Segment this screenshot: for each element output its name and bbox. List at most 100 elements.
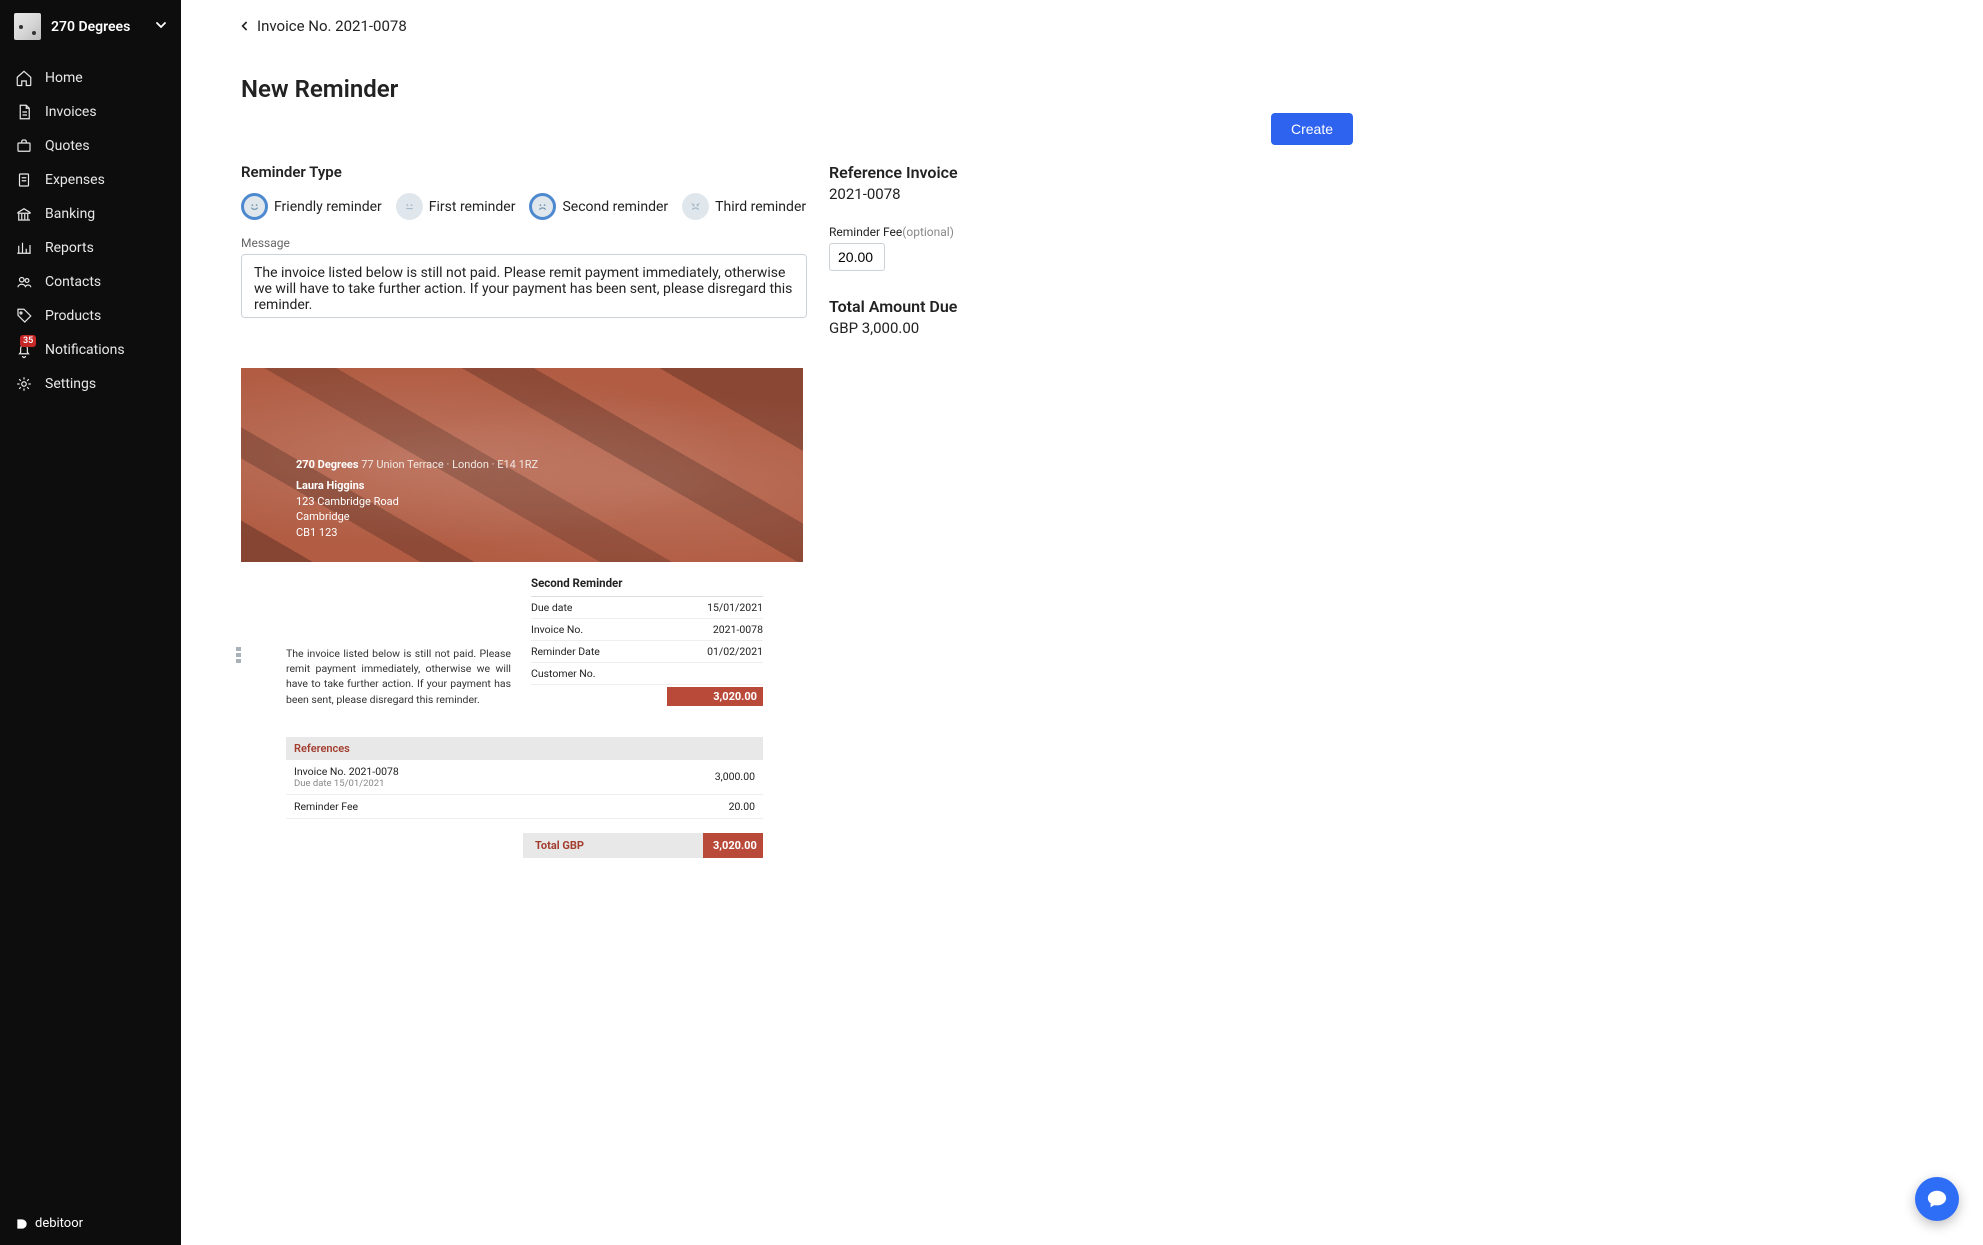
row-label: Reminder Date bbox=[531, 645, 600, 658]
row-value: 01/02/2021 bbox=[707, 645, 763, 658]
preview-reminder-amount: 3,020.00 bbox=[667, 687, 763, 706]
chevron-down-icon bbox=[155, 19, 167, 35]
sidebar-item-label: Invoices bbox=[45, 104, 97, 120]
sidebar-item-label: Products bbox=[45, 308, 101, 324]
preview-doc-title: Second Reminder bbox=[531, 576, 763, 597]
references-heading: References bbox=[286, 737, 763, 760]
sidebar-item-label: Settings bbox=[45, 376, 96, 392]
preview-recipient-name: Laura Higgins bbox=[296, 478, 538, 493]
ref-item-title: Invoice No. 2021-0078 bbox=[294, 765, 399, 778]
ref-item-title: Reminder Fee bbox=[294, 800, 358, 813]
home-icon bbox=[15, 69, 33, 87]
preview-company-addr: 77 Union Terrace · London · E14 1RZ bbox=[361, 458, 538, 471]
sidebar-item-label: Expenses bbox=[45, 172, 105, 188]
reference-invoice-value: 2021-0078 bbox=[829, 185, 1069, 203]
gear-icon bbox=[15, 375, 33, 393]
people-icon bbox=[15, 273, 33, 291]
reminder-option-friendly[interactable]: Friendly reminder bbox=[241, 193, 382, 220]
option-label: Second reminder bbox=[562, 199, 668, 215]
fee-label-text: Reminder Fee bbox=[829, 225, 902, 239]
briefcase-icon bbox=[15, 137, 33, 155]
bank-icon bbox=[15, 205, 33, 223]
preview-header-image: 270 Degrees 77 Union Terrace · London · … bbox=[241, 368, 803, 562]
total-due-value: GBP 3,000.00 bbox=[829, 319, 1069, 337]
preview-sender-address: 270 Degrees 77 Union Terrace · London · … bbox=[296, 457, 538, 540]
sidebar-item-label: Quotes bbox=[45, 138, 90, 154]
row-value: 2021-0078 bbox=[713, 623, 763, 636]
main-content: Invoice No. 2021-0078 New Reminder Creat… bbox=[181, 0, 1431, 1245]
preview-recipient-line3: CB1 123 bbox=[296, 525, 538, 540]
message-textarea[interactable] bbox=[241, 254, 807, 318]
sidebar-item-expenses[interactable]: Expenses bbox=[0, 163, 181, 197]
ref-item-amount: 20.00 bbox=[729, 800, 755, 813]
sidebar-item-quotes[interactable]: Quotes bbox=[0, 129, 181, 163]
chevron-left-icon bbox=[241, 20, 249, 32]
company-logo bbox=[14, 13, 41, 40]
company-switcher[interactable]: 270 Degrees bbox=[0, 0, 181, 53]
sidebar-item-invoices[interactable]: Invoices bbox=[0, 95, 181, 129]
invoice-preview: 270 Degrees 77 Union Terrace · London · … bbox=[241, 368, 803, 858]
option-label: First reminder bbox=[429, 199, 516, 215]
reminder-option-second[interactable]: Second reminder bbox=[529, 193, 668, 220]
grand-total-label: Total GBP bbox=[523, 833, 703, 858]
chart-icon bbox=[15, 239, 33, 257]
invoice-preview-wrapper: 270 Degrees 77 Union Terrace · London · … bbox=[241, 368, 803, 858]
sidebar-item-reports[interactable]: Reports bbox=[0, 231, 181, 265]
chat-icon bbox=[1926, 1188, 1948, 1210]
row-label: Invoice No. bbox=[531, 623, 583, 636]
sad-face-icon bbox=[529, 193, 556, 220]
breadcrumb-back[interactable]: Invoice No. 2021-0078 bbox=[241, 0, 1371, 35]
preview-grand-total: Total GBP 3,020.00 bbox=[241, 833, 763, 858]
sidebar-item-home[interactable]: Home bbox=[0, 61, 181, 95]
ref-item-sub: Due date 15/01/2021 bbox=[294, 778, 399, 789]
sidebar-nav: Home Invoices Quotes Expenses Banking Re… bbox=[0, 53, 181, 401]
sidebar-item-label: Banking bbox=[45, 206, 95, 222]
sidebar-item-label: Contacts bbox=[45, 274, 101, 290]
reminder-type-label: Reminder Type bbox=[241, 163, 807, 181]
reminder-option-third[interactable]: Third reminder bbox=[682, 193, 806, 220]
preview-company-name: 270 Degrees bbox=[296, 458, 359, 471]
sidebar-item-label: Home bbox=[45, 70, 83, 86]
preview-body-message: The invoice listed below is still not pa… bbox=[286, 646, 511, 707]
message-label: Message bbox=[241, 236, 807, 250]
sidebar-item-settings[interactable]: Settings bbox=[0, 367, 181, 401]
reminder-fee-input[interactable] bbox=[829, 243, 885, 271]
company-name: 270 Degrees bbox=[51, 19, 145, 35]
reference-invoice-title: Reference Invoice bbox=[829, 163, 1069, 182]
reminder-fee-label: Reminder Fee(optional) bbox=[829, 225, 1069, 239]
receipt-icon bbox=[15, 171, 33, 189]
sidebar: 270 Degrees Home Invoices Quotes Expense… bbox=[0, 0, 181, 1245]
reminder-type-options: Friendly reminder First reminder Second … bbox=[241, 193, 807, 220]
total-due-title: Total Amount Due bbox=[829, 297, 1069, 316]
option-label: Third reminder bbox=[715, 199, 806, 215]
row-label: Due date bbox=[531, 601, 573, 614]
happy-face-icon bbox=[241, 193, 268, 220]
sidebar-item-label: Notifications bbox=[45, 342, 125, 358]
footer-brand: debitoor bbox=[0, 1202, 181, 1245]
neutral-face-icon bbox=[396, 193, 423, 220]
reminder-option-first[interactable]: First reminder bbox=[396, 193, 516, 220]
row-label: Customer No. bbox=[531, 667, 596, 680]
notifications-badge: 35 bbox=[20, 335, 36, 347]
create-button[interactable]: Create bbox=[1271, 113, 1353, 145]
preview-references: References Invoice No. 2021-0078 Due dat… bbox=[241, 737, 803, 819]
preview-recipient-line1: 123 Cambridge Road bbox=[296, 494, 538, 509]
preview-summary-table: Second Reminder Due date 15/01/2021 Invoi… bbox=[531, 576, 763, 707]
sidebar-item-products[interactable]: Products bbox=[0, 299, 181, 333]
angry-face-icon bbox=[682, 193, 709, 220]
row-value: 15/01/2021 bbox=[707, 601, 763, 614]
sidebar-summary: Reference Invoice 2021-0078 Reminder Fee… bbox=[829, 163, 1069, 858]
grand-total-amount: 3,020.00 bbox=[703, 833, 763, 858]
preview-recipient-line2: Cambridge bbox=[296, 509, 538, 524]
sidebar-item-banking[interactable]: Banking bbox=[0, 197, 181, 231]
page-title: New Reminder bbox=[241, 75, 1371, 103]
fee-optional-text: (optional) bbox=[902, 225, 954, 239]
sidebar-item-contacts[interactable]: Contacts bbox=[0, 265, 181, 299]
footer-brand-label: debitoor bbox=[35, 1216, 83, 1231]
ref-item-amount: 3,000.00 bbox=[715, 770, 755, 783]
tag-icon bbox=[15, 307, 33, 325]
sidebar-item-notifications[interactable]: 35 Notifications bbox=[0, 333, 181, 367]
breadcrumb-label: Invoice No. 2021-0078 bbox=[257, 17, 407, 35]
chat-launcher-button[interactable] bbox=[1915, 1177, 1959, 1221]
resize-handle[interactable] bbox=[236, 646, 241, 664]
